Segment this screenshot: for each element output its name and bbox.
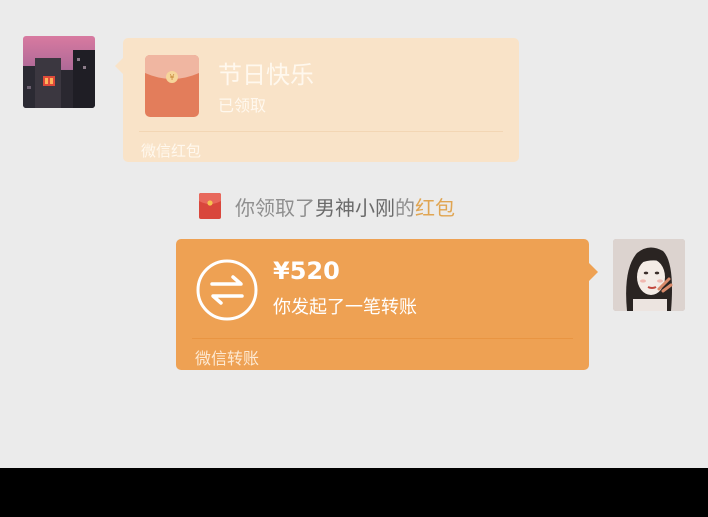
red-packet-status: 已领取 (218, 96, 267, 115)
red-packet-received-notice: 你领取了男神小刚的红包 (199, 192, 455, 221)
notice-prefix: 你领取了 (235, 195, 315, 220)
red-envelope-icon: ¥ (145, 55, 199, 117)
divider (139, 131, 503, 132)
svg-text:¥: ¥ (169, 73, 174, 82)
small-red-envelope-icon (199, 193, 221, 219)
contact-avatar[interactable] (23, 36, 95, 108)
notice-red-packet-link[interactable]: 红包 (415, 196, 455, 220)
divider (192, 338, 573, 339)
bottom-bar (0, 468, 708, 517)
notice-sender-name[interactable]: 男神小刚 (315, 196, 395, 220)
red-packet-footer: 微信红包 (141, 142, 202, 160)
transfer-arrows-icon (195, 258, 259, 322)
transfer-description: 你发起了一笔转账 (273, 297, 417, 318)
notice-text: 你领取了男神小刚的红包 (235, 192, 455, 221)
user-avatar[interactable] (613, 239, 685, 311)
chat-area: ¥ 节日快乐 已领取 微信红包 你领取了男神小刚的红包 ¥520 你发起了一笔转… (0, 0, 708, 468)
transfer-amount: ¥520 (273, 257, 340, 285)
red-packet-title: 节日快乐 (218, 61, 314, 89)
transfer-message[interactable]: ¥520 你发起了一笔转账 微信转账 (176, 239, 598, 370)
red-packet-message[interactable]: ¥ 节日快乐 已领取 微信红包 (115, 38, 519, 162)
transfer-footer: 微信转账 (195, 349, 260, 368)
notice-middle: 的 (395, 195, 415, 220)
